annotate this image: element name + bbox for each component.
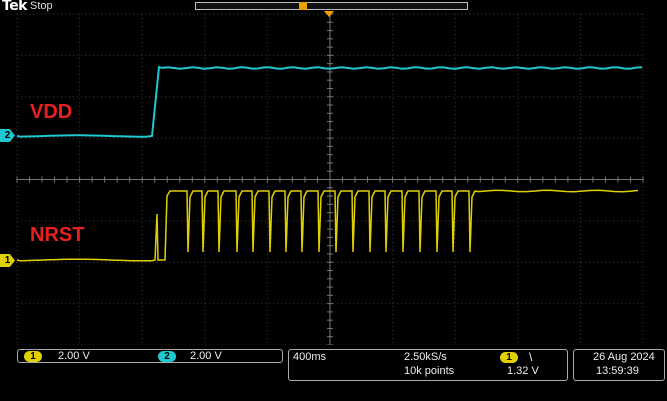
- nrst-label: NRST: [30, 224, 85, 246]
- horizontal-trigger-readout[interactable]: 400ms 2.50kS/s 10k points 1 \ 1.32 V: [288, 349, 568, 381]
- ch2-scale: 2.00 V: [190, 350, 222, 362]
- trigger-slope-icon: \: [529, 350, 533, 364]
- sample-rate: 2.50kS/s: [404, 351, 447, 363]
- ch1-scale: 2.00 V: [58, 350, 90, 362]
- time-text: 13:59:39: [596, 365, 639, 377]
- ch1-badge: 1: [24, 351, 42, 362]
- trigger-position-marker[interactable]: [324, 11, 334, 17]
- channel-readout[interactable]: 1 2.00 V 2 2.00 V: [17, 349, 283, 363]
- ch2-badge: 2: [158, 351, 176, 362]
- graticule-display: [16, 13, 644, 345]
- bottom-readout-panel: 1 2.00 V 2 2.00 V 400ms 2.50kS/s 10k poi…: [0, 345, 667, 401]
- trigger-level: 1.32 V: [507, 365, 539, 377]
- record-length: 10k points: [404, 365, 455, 377]
- trigger-source-badge: 1: [500, 352, 518, 363]
- date-time-readout: 26 Aug 2024 13:59:39: [573, 349, 665, 381]
- time-per-division: 400ms: [293, 351, 327, 363]
- date-text: 26 Aug 2024: [593, 351, 655, 363]
- ch1-waveform: [16, 189, 639, 262]
- vdd-label: VDD: [30, 101, 73, 123]
